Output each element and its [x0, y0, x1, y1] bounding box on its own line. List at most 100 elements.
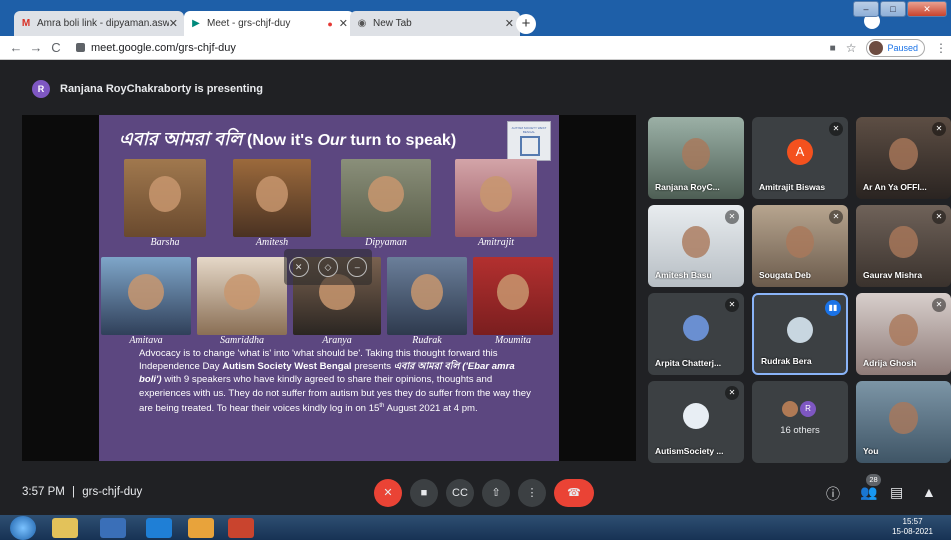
speaker-photo [473, 257, 553, 335]
tab-label: Meet - grs-chjf-duy [207, 18, 291, 29]
media-player-icon[interactable] [100, 518, 126, 538]
participant-tile[interactable]: ✕ Amitesh Basu [648, 205, 744, 287]
system-time: 15:57 [902, 517, 923, 526]
participant-tile[interactable]: ✕ AutismSociety ... [648, 381, 744, 463]
mic-off-icon[interactable]: ✕ [288, 257, 309, 277]
others-tile[interactable]: R 16 others [752, 381, 848, 463]
camera-icon[interactable]: ■ [830, 43, 836, 54]
maximize-button[interactable]: □ [880, 1, 906, 17]
star-icon[interactable]: ☆ [846, 41, 857, 55]
presenting-banner: R Ranjana RoyChakraborty is presenting [32, 80, 263, 98]
slide-body-part: presents [351, 361, 394, 373]
browser-tabstrip: M Amra boli link - dipyaman.aswb ✕ ▶ Mee… [0, 0, 951, 36]
speaker-photo [387, 257, 467, 335]
url-field[interactable]: meet.google.com/grs-chjf-duy [76, 42, 236, 54]
avatar [869, 41, 884, 55]
close-icon[interactable]: ✕ [169, 17, 178, 30]
mic-toggle-button[interactable]: ✕ [374, 479, 402, 507]
more-icon[interactable]: – [347, 257, 368, 277]
profile-status: Paused [887, 43, 918, 53]
meeting-time: 3:57 PM [22, 486, 65, 498]
presenter-avatar: R [32, 80, 50, 98]
people-icon[interactable]: 👥 [860, 484, 877, 501]
mic-off-icon: ✕ [725, 386, 739, 400]
speaker-name: Samriddha [220, 335, 264, 346]
meet-control-bar: 3:57 PM | grs-chjf-duy ✕ ■ CC ⇧ ⋮ ☎ ⓘ 28… [0, 474, 951, 515]
participant-tile[interactable]: Ranjana RoyC... [648, 117, 744, 199]
slide-title-bengali: এবার আমরা বলি [119, 129, 243, 149]
logo-text: AUTISM SOCIETY WEST BENGAL [511, 126, 547, 134]
speaker-name: Barsha [150, 237, 180, 248]
gmail-icon: M [21, 17, 31, 29]
slide-title-paren-close: turn to speak) [345, 132, 457, 149]
participant-name: Ar An Ya OFFI... [863, 182, 927, 192]
avatar [787, 317, 813, 343]
speaker-photo [124, 159, 206, 237]
speaker-name: Amitava [129, 335, 163, 346]
participant-tile[interactable]: ✕ Gaurav Mishra [856, 205, 951, 287]
menu-icon[interactable]: ⋮ [935, 41, 947, 55]
tab-label: Amra boli link - dipyaman.aswb [37, 18, 169, 29]
camera-toggle-button[interactable]: ■ [410, 479, 438, 507]
participant-tile[interactable]: ✕ Ar An Ya OFFI... [856, 117, 951, 199]
minimize-button[interactable]: – [853, 1, 879, 17]
participant-tile[interactable]: ✕ Sougata Deb [752, 205, 848, 287]
avatar: R [800, 401, 816, 417]
self-tile[interactable]: You [856, 381, 951, 463]
presentation-controls: ✕ ◇ – [284, 249, 372, 285]
activities-icon[interactable]: ▲ [922, 484, 936, 500]
chat-icon[interactable]: ▤ [890, 484, 903, 501]
slide-title-our: Our [317, 132, 346, 149]
file-explorer-icon[interactable] [52, 518, 78, 538]
speaker-photo [197, 257, 287, 335]
participant-name: Ranjana RoyC... [655, 182, 720, 192]
participant-tile[interactable]: ▮▮ Rudrak Bera [752, 293, 848, 375]
presentation-stage: এবার আমরা বলি (Now it's Our turn to spea… [22, 115, 636, 461]
meeting-code: grs-chjf-duy [82, 486, 143, 498]
tab-meet[interactable]: ▶ Meet - grs-chjf-duy ● ✕ [184, 11, 354, 36]
back-icon[interactable]: ← [6, 40, 26, 55]
tab-gmail[interactable]: M Amra boli link - dipyaman.aswb ✕ [14, 11, 184, 36]
society-logo: AUTISM SOCIETY WEST BENGAL [507, 121, 551, 161]
meet-icon: ▶ [192, 17, 200, 29]
info-icon[interactable]: ⓘ [826, 484, 840, 504]
leave-call-button[interactable]: ☎ [554, 479, 594, 507]
participant-name: Sougata Deb [759, 270, 811, 280]
slide-date-num: 15 [368, 403, 380, 414]
tab-label: New Tab [373, 18, 412, 29]
participant-name: Rudrak Bera [761, 356, 812, 366]
internet-explorer-icon[interactable] [146, 518, 172, 538]
recording-icon: ● [327, 18, 333, 29]
forward-icon[interactable]: → [26, 40, 46, 55]
speaker-name: Amitesh [255, 237, 289, 248]
slide-title: এবার আমরা বলি (Now it's Our turn to spea… [119, 125, 456, 156]
close-icon[interactable]: ✕ [505, 17, 514, 30]
presenting-text: Ranjana RoyChakraborty is presenting [60, 83, 263, 95]
avatar [782, 401, 798, 417]
start-button[interactable] [10, 516, 36, 540]
app-icon[interactable] [228, 518, 254, 538]
mic-off-icon: ✕ [932, 122, 946, 136]
pin-icon[interactable]: ◇ [317, 257, 338, 277]
close-icon[interactable]: ✕ [339, 17, 348, 30]
chrome-icon[interactable] [188, 518, 214, 538]
participant-name: Arpita Chatterj... [655, 358, 722, 368]
meeting-info: 3:57 PM | grs-chjf-duy [22, 486, 142, 498]
mic-off-icon: ✕ [829, 210, 843, 224]
captions-button[interactable]: CC [446, 479, 474, 507]
speaker-photo [455, 159, 537, 237]
system-date: 15-08-2021 [892, 527, 933, 536]
present-now-button[interactable]: ⇧ [482, 479, 510, 507]
system-clock: 15:57 15-08-2021 [892, 517, 933, 537]
participant-name: Amitrajit Biswas [759, 182, 826, 192]
new-tab-button[interactable]: + [516, 14, 536, 34]
profile-paused-button[interactable]: Paused [866, 39, 925, 57]
tab-new-tab[interactable]: ◉ New Tab ✕ [350, 11, 520, 36]
participant-tile[interactable]: ✕ Arpita Chatterj... [648, 293, 744, 375]
more-options-button[interactable]: ⋮ [518, 479, 546, 507]
participant-tile[interactable]: ✕ A Amitrajit Biswas [752, 117, 848, 199]
participant-tile[interactable]: ✕ Adrija Ghosh [856, 293, 951, 375]
window-close-button[interactable]: ✕ [907, 1, 947, 17]
speaker-name: Moumita [494, 335, 532, 346]
reload-icon[interactable]: C [46, 40, 66, 55]
